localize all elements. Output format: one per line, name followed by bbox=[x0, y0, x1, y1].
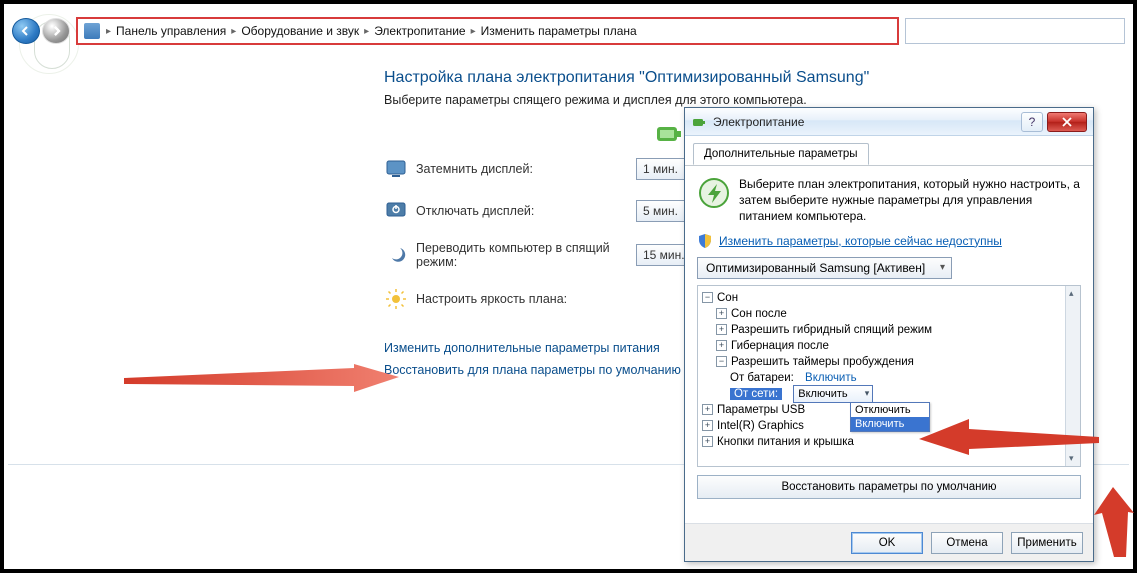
on-battery-label: От батареи: bbox=[730, 372, 794, 384]
page-title: Настройка плана электропитания "Оптимизи… bbox=[384, 69, 1113, 87]
on-ac-combo[interactable]: Включить bbox=[793, 385, 873, 403]
tree-item[interactable]: Сон bbox=[717, 292, 738, 304]
breadcrumb-item[interactable]: Изменить параметры плана bbox=[478, 24, 640, 38]
brightness-icon bbox=[384, 287, 408, 311]
scrollbar[interactable] bbox=[1065, 286, 1080, 466]
dim-display-icon bbox=[384, 157, 408, 181]
expand-icon[interactable]: + bbox=[702, 436, 713, 447]
on-battery-value[interactable]: Включить bbox=[805, 372, 857, 384]
tree-item[interactable]: Параметры USB bbox=[717, 404, 805, 416]
tab-advanced[interactable]: Дополнительные параметры bbox=[693, 143, 869, 165]
tree-item[interactable]: Гибернация после bbox=[731, 340, 829, 352]
row-label: Переводить компьютер в спящий режим: bbox=[416, 241, 636, 269]
forward-button[interactable] bbox=[42, 18, 70, 44]
chevron-right-icon: ▸ bbox=[229, 26, 238, 37]
dropdown-option[interactable]: Отключить bbox=[851, 403, 929, 417]
chevron-right-icon: ▸ bbox=[362, 26, 371, 37]
power-icon bbox=[691, 114, 707, 130]
expand-icon[interactable]: + bbox=[702, 420, 713, 431]
breadcrumb-item[interactable]: Оборудование и звук bbox=[238, 24, 362, 38]
navbar: ▸ Панель управления ▸ Оборудование и зву… bbox=[12, 17, 1125, 45]
power-options-dialog: Электропитание ? Дополнительные параметр… bbox=[684, 107, 1094, 562]
collapse-icon[interactable]: − bbox=[716, 356, 727, 367]
dialog-title: Электропитание bbox=[713, 115, 1021, 129]
power-plan-icon bbox=[697, 176, 731, 210]
annotation-arrow bbox=[124, 364, 404, 404]
battery-icon bbox=[654, 119, 684, 149]
tree-item[interactable]: Сон после bbox=[731, 308, 787, 320]
help-button[interactable]: ? bbox=[1021, 112, 1043, 132]
breadcrumb-item[interactable]: Электропитание bbox=[371, 24, 468, 38]
chevron-right-icon: ▸ bbox=[104, 26, 113, 37]
cancel-button[interactable]: Отмена bbox=[931, 532, 1003, 554]
breadcrumb[interactable]: ▸ Панель управления ▸ Оборудование и зву… bbox=[76, 17, 899, 45]
tree-item[interactable]: Intel(R) Graphics bbox=[717, 420, 804, 432]
expand-icon[interactable]: + bbox=[716, 324, 727, 335]
tree-item[interactable]: Кнопки питания и крышка bbox=[717, 436, 854, 448]
expand-icon[interactable]: + bbox=[702, 404, 713, 415]
apply-button[interactable]: Применить bbox=[1011, 532, 1083, 554]
on-ac-dropdown[interactable]: Отключить Включить bbox=[850, 402, 930, 432]
dialog-description: Выберите план электропитания, который ну… bbox=[739, 176, 1081, 225]
close-button[interactable] bbox=[1047, 112, 1087, 132]
row-label: Отключать дисплей: bbox=[416, 204, 636, 218]
expand-icon[interactable]: + bbox=[716, 308, 727, 319]
collapse-icon[interactable]: − bbox=[702, 292, 713, 303]
uac-shield-icon bbox=[697, 233, 713, 249]
sleep-icon bbox=[384, 243, 408, 267]
dialog-body: Выберите план электропитания, который ну… bbox=[685, 166, 1093, 526]
control-panel-icon bbox=[84, 23, 100, 39]
unavailable-params-link[interactable]: Изменить параметры, которые сейчас недос… bbox=[719, 234, 1002, 248]
dropdown-option[interactable]: Включить bbox=[851, 417, 929, 431]
restore-defaults-button[interactable]: Восстановить параметры по умолчанию bbox=[697, 475, 1081, 499]
dialog-footer: OK Отмена Применить bbox=[685, 523, 1093, 561]
display-off-icon bbox=[384, 199, 408, 223]
search-input[interactable] bbox=[905, 18, 1125, 44]
on-ac-label[interactable]: От сети: bbox=[730, 388, 782, 400]
tab-bar: Дополнительные параметры bbox=[685, 136, 1093, 166]
tree-item[interactable]: Разрешить гибридный спящий режим bbox=[731, 324, 932, 336]
page-subtitle: Выберите параметры спящего режима и дисп… bbox=[384, 93, 1113, 107]
settings-tree[interactable]: −Сон +Сон после +Разрешить гибридный спя… bbox=[697, 285, 1081, 467]
tree-item[interactable]: Разрешить таймеры пробуждения bbox=[731, 356, 914, 368]
chevron-right-icon: ▸ bbox=[469, 26, 478, 37]
row-label: Настроить яркость плана: bbox=[416, 292, 636, 306]
dialog-titlebar[interactable]: Электропитание ? bbox=[685, 108, 1093, 136]
back-button[interactable] bbox=[12, 18, 40, 44]
ok-button[interactable]: OK bbox=[851, 532, 923, 554]
expand-icon[interactable]: + bbox=[716, 340, 727, 351]
breadcrumb-item[interactable]: Панель управления bbox=[113, 24, 229, 38]
row-label: Затемнить дисплей: bbox=[416, 162, 636, 176]
plan-select[interactable]: Оптимизированный Samsung [Активен] bbox=[697, 257, 952, 279]
